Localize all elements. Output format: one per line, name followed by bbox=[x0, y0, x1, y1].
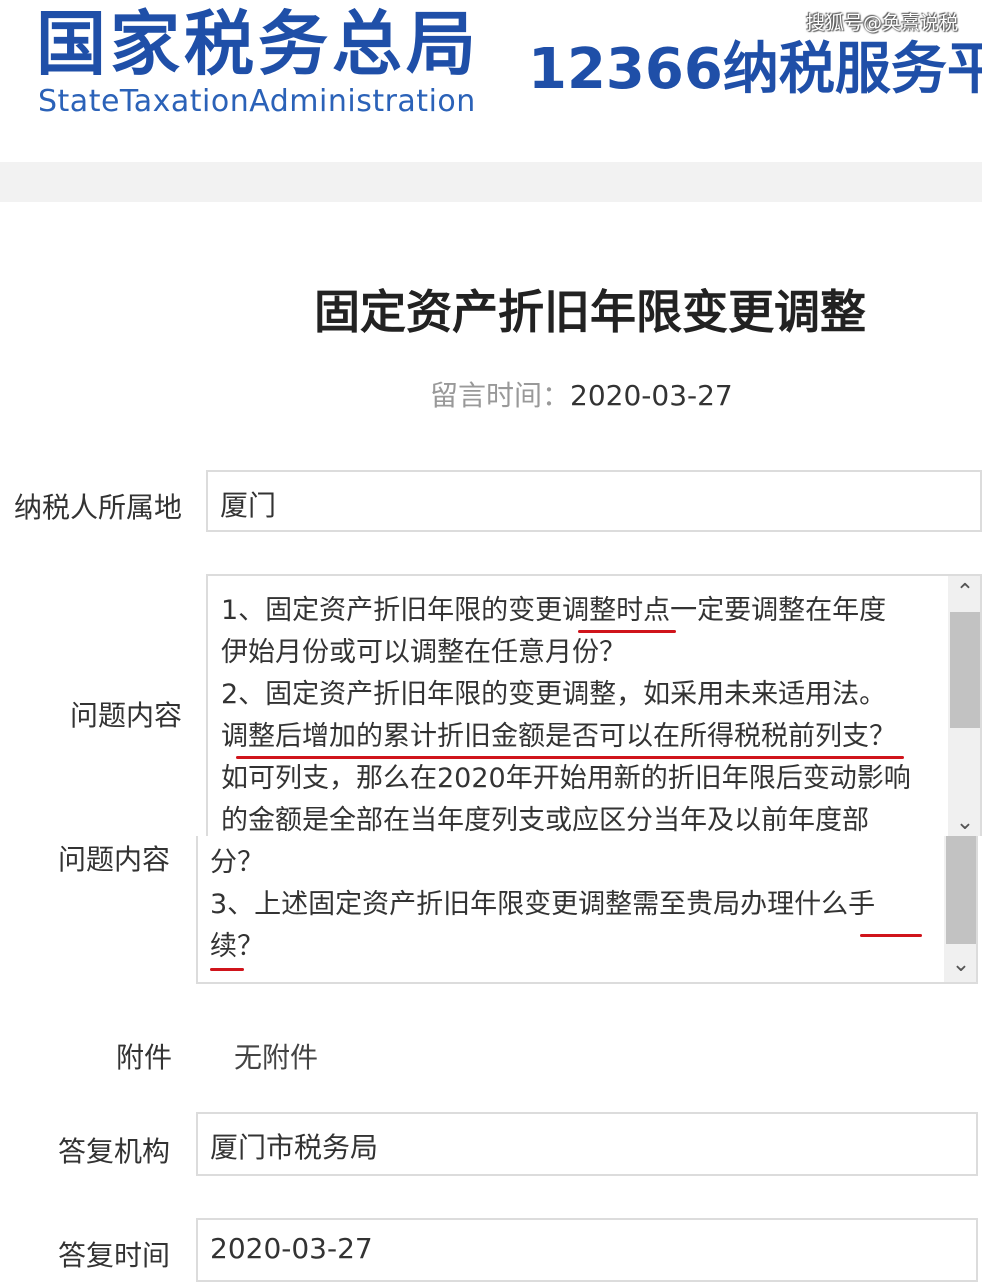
question-textarea[interactable]: 1、固定资产折旧年限的变更调整时点一定要调整在年度 伊始月份或可以调整在任意月份… bbox=[206, 574, 982, 836]
message-time: 留言时间：2020-03-27 bbox=[430, 374, 733, 414]
watermark: 搜狐号@奂熹说税 bbox=[806, 12, 959, 34]
chevron-up-icon[interactable]: ⌃ bbox=[948, 578, 980, 608]
reply-org-label: 答复机构 bbox=[58, 1135, 171, 1168]
platform-title: 12366纳税服务平台 bbox=[528, 37, 982, 102]
highlight-underline bbox=[860, 934, 922, 937]
reply-org-field[interactable]: 厦门市税务局 bbox=[196, 1112, 978, 1176]
reply-time-value: 2020-03-27 bbox=[210, 1232, 373, 1265]
question-line: 如可列支，那么在2020年开始用新的折旧年限后变动影响 bbox=[221, 763, 911, 794]
question-scrollbar-2[interactable]: ⌄ bbox=[944, 836, 976, 982]
question-line: 调整后增加的累计折旧金额是否可以在所得税税前列支？ bbox=[221, 721, 896, 752]
question-line: 3、上述固定资产折旧年限变更调整需至贵局办理什么手 bbox=[210, 889, 876, 920]
location-value: 厦门 bbox=[220, 489, 277, 522]
scrollbar-thumb[interactable] bbox=[950, 612, 980, 728]
reply-org-value: 厦门市税务局 bbox=[210, 1131, 379, 1164]
scrollbar-thumb[interactable] bbox=[946, 836, 976, 944]
nav-bar bbox=[0, 162, 982, 202]
logo-english-title[interactable]: StateTaxationAdministration bbox=[38, 84, 476, 119]
question-scrollbar[interactable]: ⌃ ⌄ bbox=[948, 576, 980, 836]
question-text: 1、固定资产折旧年限的变更调整时点一定要调整在年度 伊始月份或可以调整在任意月份… bbox=[221, 590, 911, 836]
chevron-down-icon[interactable]: ⌄ bbox=[948, 808, 980, 836]
question-label: 问题内容 bbox=[70, 699, 183, 732]
question-line: 1、固定资产折旧年限的变更调整时点一定要调整在年度 bbox=[221, 595, 887, 626]
location-label: 纳税人所属地 bbox=[14, 491, 183, 524]
question-text-2: 分？ 3、上述固定资产折旧年限变更调整需至贵局办理什么手 续？ bbox=[210, 842, 875, 968]
highlight-underline bbox=[210, 968, 244, 971]
message-time-value: 2020-03-27 bbox=[570, 379, 733, 412]
logo-chinese-title[interactable]: 国家税务总局 bbox=[36, 2, 480, 86]
question-textarea-2[interactable]: 分？ 3、上述固定资产折旧年限变更调整需至贵局办理什么手 续？ ⌄ bbox=[196, 836, 978, 984]
question-line: 的金额是全部在当年度列支或应区分当年及以前年度部 bbox=[221, 805, 869, 836]
attachment-label: 附件 bbox=[116, 1041, 173, 1074]
site-header: 国家税务总局 StateTaxationAdministration 12366… bbox=[0, 0, 982, 160]
question-line: 2、固定资产折旧年限的变更调整，如采用未来适用法。 bbox=[221, 679, 887, 710]
question-line: 分？ bbox=[210, 847, 264, 878]
page-title: 固定资产折旧年限变更调整 bbox=[314, 285, 866, 339]
location-field[interactable]: 厦门 bbox=[206, 470, 982, 532]
reply-time-field[interactable]: 2020-03-27 bbox=[196, 1218, 978, 1282]
question-line: 伊始月份或可以调整在任意月份？ bbox=[221, 637, 626, 668]
highlight-underline bbox=[236, 756, 904, 759]
reply-time-label: 答复时间 bbox=[58, 1239, 171, 1272]
message-time-label: 留言时间： bbox=[430, 379, 571, 412]
highlight-underline bbox=[578, 630, 676, 633]
question-label-2: 问题内容 bbox=[58, 843, 171, 876]
attachment-value: 无附件 bbox=[234, 1041, 319, 1074]
chevron-down-icon[interactable]: ⌄ bbox=[944, 950, 976, 980]
question-line: 续？ bbox=[210, 931, 264, 962]
